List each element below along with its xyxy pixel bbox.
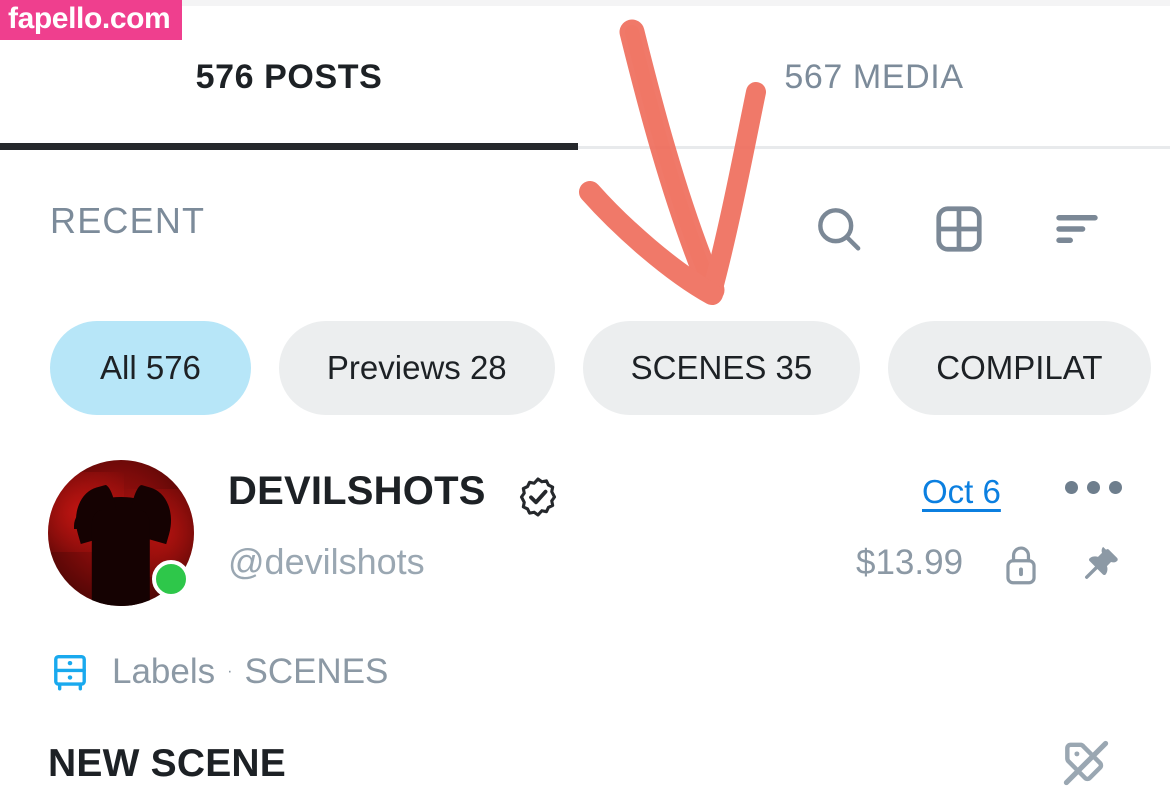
handle[interactable]: @devilshots xyxy=(228,541,425,583)
avatar-silhouette-body xyxy=(91,509,151,606)
more-options-icon[interactable] xyxy=(1065,481,1122,494)
more-dot-1 xyxy=(1065,481,1078,494)
grid-view-icon[interactable] xyxy=(928,198,990,260)
display-name[interactable]: DEVILSHOTS xyxy=(228,469,486,514)
post-header: DEVILSHOTS @devilshots Oct 6 $13.99 xyxy=(0,455,1170,610)
lock-icon xyxy=(1000,543,1042,587)
watermark-fapello: fapello.com xyxy=(0,0,183,40)
tab-divider xyxy=(578,146,1170,149)
search-icon[interactable] xyxy=(808,198,870,260)
cabinet-icon xyxy=(50,651,90,693)
online-status-dot xyxy=(152,560,190,598)
toolbar-row: RECENT xyxy=(0,190,1170,282)
chip-previews[interactable]: Previews 28 xyxy=(278,321,555,415)
chip-all-label: All 576 xyxy=(100,349,201,386)
tab-active-underline xyxy=(0,143,578,150)
tab-posts-label: 576 POSTS xyxy=(195,58,383,96)
avatar[interactable] xyxy=(48,460,194,606)
chip-previews-label: Previews 28 xyxy=(326,349,507,386)
chip-compilations[interactable]: COMPILAT xyxy=(888,321,1151,415)
more-dot-2 xyxy=(1087,481,1100,494)
labels-label: Labels xyxy=(112,652,216,691)
section-label-recent: RECENT xyxy=(50,200,206,241)
screen-root: fapello.com 576 POSTS 567 MEDIA RECENT A… xyxy=(0,0,1170,796)
chip-all[interactable]: All 576 xyxy=(50,321,251,415)
more-dot-3 xyxy=(1109,481,1122,494)
post-title: NEW SCENE xyxy=(48,742,286,785)
tag-off-icon[interactable] xyxy=(1058,735,1114,791)
chip-scenes-label: SCENES 35 xyxy=(630,349,813,386)
verified-badge-icon xyxy=(516,475,560,519)
tab-media[interactable]: 567 MEDIA xyxy=(578,6,1170,149)
post-date-link[interactable]: Oct 6 xyxy=(922,473,1001,511)
labels-value: SCENES xyxy=(244,652,389,691)
labels-separator: · xyxy=(227,663,233,680)
tab-media-label: 567 MEDIA xyxy=(784,58,964,96)
chip-compilations-label: COMPILAT xyxy=(936,349,1103,386)
sort-icon[interactable] xyxy=(1046,198,1108,260)
pin-icon xyxy=(1078,545,1122,589)
chip-scenes[interactable]: SCENES 35 xyxy=(582,321,861,415)
labels-row: Labels · SCENES xyxy=(0,642,1170,702)
filter-chip-row[interactable]: All 576 Previews 28 SCENES 35 COMPILAT xyxy=(0,320,1170,416)
price-label: $13.99 xyxy=(856,543,964,582)
